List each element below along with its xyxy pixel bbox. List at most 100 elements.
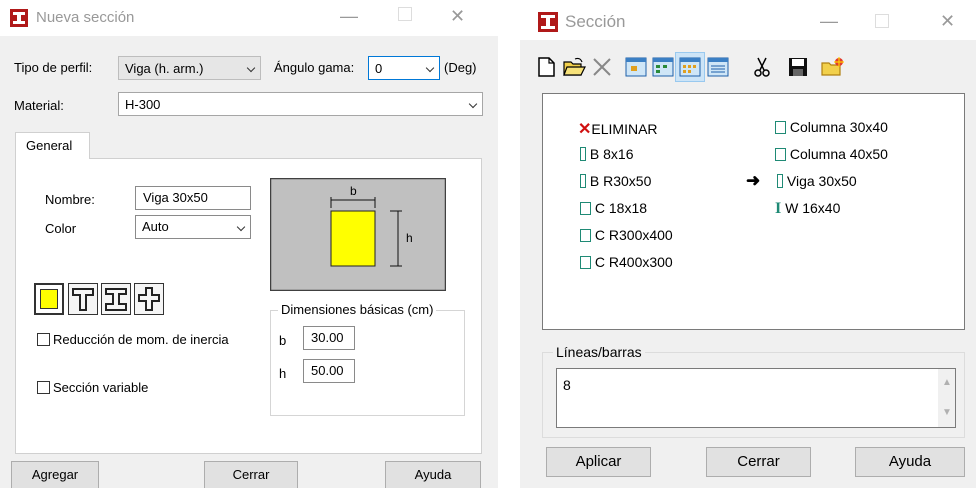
list-item[interactable]: B 8x16 bbox=[580, 146, 633, 162]
rect-section-icon bbox=[580, 147, 586, 161]
deg-label: (Deg) bbox=[444, 60, 477, 75]
dimensiones-group bbox=[270, 310, 465, 416]
chevron-down-icon bbox=[236, 222, 246, 232]
t-section-button[interactable] bbox=[68, 283, 98, 315]
lineas-label: Líneas/barras bbox=[553, 344, 645, 360]
current-arrow-icon: ➜ bbox=[746, 171, 761, 190]
tab-general-label: General bbox=[26, 138, 73, 153]
angulo-label: Ángulo gama: bbox=[274, 60, 355, 75]
dim-h-value: 50.00 bbox=[311, 363, 344, 378]
list-item-label: C R400x300 bbox=[594, 254, 673, 270]
section-diagram: b h bbox=[270, 178, 446, 291]
nombre-label: Nombre: bbox=[45, 192, 95, 207]
list-item[interactable]: Columna 40x50 bbox=[775, 146, 888, 162]
seccion-variable-checkbox[interactable] bbox=[37, 381, 50, 394]
title-bar: Sección — ✕ bbox=[520, 0, 976, 40]
tab-general[interactable]: General bbox=[15, 132, 90, 159]
scrollbar[interactable]: ▲ ▼ bbox=[938, 369, 955, 427]
seccion-window: Sección — ✕ ✕ELIMINAR B 8x16 B R30x50 C … bbox=[520, 0, 976, 488]
reduccion-checkbox[interactable] bbox=[37, 333, 50, 346]
list-item-label: C 18x18 bbox=[594, 200, 648, 216]
dim-b-input[interactable]: 30.00 bbox=[303, 326, 355, 350]
list-item-current[interactable]: Viga 30x50 bbox=[777, 173, 857, 189]
color-value: Auto bbox=[142, 219, 169, 234]
lineas-value: 8 bbox=[563, 377, 571, 393]
list-item[interactable]: I W 16x40 bbox=[775, 200, 840, 218]
rect-section-icon bbox=[580, 174, 586, 188]
app-i-beam-icon bbox=[10, 9, 28, 27]
chevron-down-icon bbox=[468, 99, 478, 109]
i-beam-icon: I bbox=[775, 200, 782, 217]
agregar-button[interactable]: Agregar bbox=[11, 461, 99, 488]
large-icons-view-icon[interactable] bbox=[624, 55, 648, 79]
chevron-down-icon bbox=[246, 63, 256, 73]
list-item[interactable]: Columna 30x40 bbox=[775, 119, 888, 135]
minimize-icon[interactable]: — bbox=[820, 10, 838, 32]
list-item[interactable]: C 18x18 bbox=[580, 200, 647, 216]
cross-section-icon bbox=[138, 287, 160, 311]
aplicar-button[interactable]: Aplicar bbox=[546, 447, 651, 477]
diagram-b-label: b bbox=[350, 184, 357, 198]
i-section-icon bbox=[105, 288, 127, 311]
rect-section-button[interactable] bbox=[34, 283, 64, 315]
color-select[interactable]: Auto bbox=[135, 215, 251, 239]
title-bar: Nueva sección — ✕ bbox=[0, 0, 498, 36]
export-folder-icon[interactable] bbox=[820, 55, 844, 79]
list-item-label: ELIMINAR bbox=[591, 121, 658, 137]
scroll-down-icon[interactable]: ▼ bbox=[942, 407, 952, 418]
details-view-icon[interactable] bbox=[706, 55, 730, 79]
scroll-up-icon[interactable]: ▲ bbox=[942, 377, 952, 388]
angulo-value: 0 bbox=[375, 61, 383, 76]
window-title: Nueva sección bbox=[36, 9, 135, 26]
close-icon[interactable]: ✕ bbox=[940, 10, 955, 32]
square-section-icon bbox=[775, 121, 786, 134]
t-section-icon bbox=[72, 288, 94, 311]
rect-section-icon bbox=[777, 174, 783, 188]
list-item-label: C R300x400 bbox=[594, 227, 673, 243]
close-icon[interactable]: ✕ bbox=[450, 5, 465, 27]
dim-b-value: 30.00 bbox=[311, 330, 344, 345]
list-item-label: B 8x16 bbox=[589, 146, 634, 162]
tipo-perfil-value: Viga (h. arm.) bbox=[125, 61, 204, 76]
minimize-icon[interactable]: — bbox=[340, 5, 358, 27]
dim-h-label: h bbox=[279, 366, 287, 381]
diagram-h-label: h bbox=[406, 231, 413, 245]
list-item[interactable]: B R30x50 bbox=[580, 173, 651, 189]
list-item-label: B R30x50 bbox=[589, 173, 652, 189]
cut-icon[interactable] bbox=[750, 55, 774, 79]
list-item[interactable]: C R400x300 bbox=[580, 254, 673, 270]
maximize-icon[interactable] bbox=[398, 7, 412, 21]
new-file-icon[interactable] bbox=[534, 55, 558, 79]
reduccion-label: Reducción de mom. de inercia bbox=[53, 332, 229, 347]
save-icon[interactable] bbox=[786, 55, 810, 79]
cross-section-button[interactable] bbox=[134, 283, 164, 315]
delete-icon[interactable] bbox=[590, 55, 614, 79]
maximize-icon[interactable] bbox=[875, 14, 889, 28]
square-section-icon bbox=[580, 256, 591, 269]
nombre-value: Viga 30x50 bbox=[143, 190, 208, 205]
tipo-perfil-label: Tipo de perfil: bbox=[14, 60, 93, 75]
dimensiones-title: Dimensiones básicas (cm) bbox=[278, 302, 437, 317]
cerrar-button[interactable]: Cerrar bbox=[204, 461, 298, 488]
lineas-textarea[interactable]: 8 ▲ ▼ bbox=[556, 368, 956, 428]
angulo-select[interactable]: 0 bbox=[368, 56, 440, 80]
delete-x-icon: ✕ bbox=[578, 121, 592, 138]
cerrar-button[interactable]: Cerrar bbox=[706, 447, 811, 477]
dim-b-label: b bbox=[279, 333, 287, 348]
tipo-perfil-select[interactable]: Viga (h. arm.) bbox=[118, 56, 261, 80]
ayuda-button[interactable]: Ayuda bbox=[385, 461, 481, 488]
open-folder-icon[interactable] bbox=[562, 55, 586, 79]
ayuda-button[interactable]: Ayuda bbox=[855, 447, 965, 477]
list-item[interactable]: ✕ELIMINAR bbox=[578, 119, 658, 139]
small-icons-view-icon[interactable] bbox=[651, 55, 675, 79]
list-view-icon[interactable] bbox=[678, 55, 702, 79]
material-label: Material: bbox=[14, 98, 64, 113]
material-select[interactable]: H-300 bbox=[118, 92, 483, 116]
seccion-variable-label: Sección variable bbox=[53, 380, 149, 395]
nombre-input[interactable]: Viga 30x50 bbox=[135, 186, 251, 210]
i-section-button[interactable] bbox=[101, 283, 131, 315]
chevron-down-icon bbox=[425, 63, 435, 73]
dim-h-input[interactable]: 50.00 bbox=[303, 359, 355, 383]
color-label: Color bbox=[45, 221, 77, 236]
list-item[interactable]: C R300x400 bbox=[580, 227, 673, 243]
